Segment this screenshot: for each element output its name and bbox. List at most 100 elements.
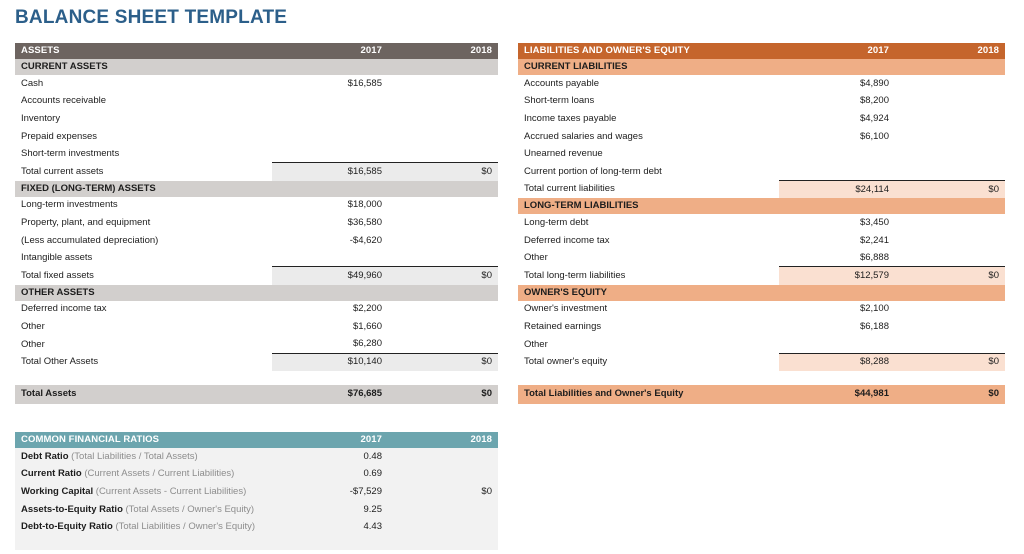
page-title: BALANCE SHEET TEMPLATE (15, 7, 288, 28)
row-value-2017[interactable]: $36,580 (272, 214, 388, 232)
row-value-2017[interactable]: $2,200 (272, 300, 388, 319)
row-label: Other (15, 318, 272, 336)
row-value-2018[interactable] (895, 110, 1005, 128)
row-value-2017[interactable] (272, 249, 388, 267)
ratio-value-2018 (388, 465, 498, 484)
row-value-2018[interactable] (388, 300, 498, 319)
row-value-2017[interactable] (779, 335, 895, 354)
row-label: Long-term debt (518, 214, 779, 232)
section-title: FIXED (LONG-TERM) ASSETS (15, 180, 272, 197)
ratio-name: Working Capital (21, 486, 94, 497)
row-value-2017[interactable]: $6,888 (779, 249, 895, 267)
row-label: Property, plant, and equipment (15, 214, 272, 232)
ratio-value-2017: 0.69 (272, 465, 388, 484)
ratio-description: (Total Assets / Owner's Equity) (125, 503, 255, 515)
table-row: (Less accumulated depreciation) -$4,620 (15, 231, 498, 250)
subtotal-value-2017: $16,585 (272, 162, 388, 181)
assets-header-label: ASSETS (15, 43, 272, 59)
row-value-2018[interactable] (895, 318, 1005, 336)
row-label: Retained earnings (518, 318, 779, 336)
financial-ratios-table: COMMON FINANCIAL RATIOS 2017 2018 Debt R… (15, 432, 498, 550)
subtotal-value-2018: $0 (895, 352, 1005, 371)
ratio-value-2018: $0 (388, 483, 498, 501)
ratio-row: Debt-to-Equity Ratio (Total Liabilities … (15, 518, 498, 536)
row-value-2018[interactable] (895, 231, 1005, 250)
row-label: Short-term investments (15, 145, 272, 163)
row-value-2017[interactable] (272, 145, 388, 163)
section-title: OTHER ASSETS (15, 284, 272, 301)
row-label: Long-term investments (15, 196, 272, 215)
row-label: Current portion of long-term debt (518, 162, 779, 181)
subtotal-label: Total current assets (15, 162, 272, 181)
row-value-2018[interactable] (388, 214, 498, 232)
subtotal-label: Total fixed assets (15, 266, 272, 285)
row-value-2017[interactable]: $18,000 (272, 196, 388, 215)
ratio-row: Debt Ratio (Total Liabilities / Total As… (15, 448, 498, 466)
row-value-2018[interactable] (388, 92, 498, 111)
row-value-2018[interactable] (895, 92, 1005, 111)
row-value-2018[interactable] (388, 127, 498, 146)
spacer-row (518, 370, 1005, 385)
row-value-2018[interactable] (388, 318, 498, 336)
row-value-2017[interactable]: $2,241 (779, 231, 895, 250)
row-value-2018[interactable] (895, 75, 1005, 93)
row-value-2017[interactable]: $4,890 (779, 75, 895, 93)
liabilities-header-row: LIABILITIES AND OWNER'S EQUITY 2017 2018 (518, 43, 1005, 59)
row-value-2017[interactable]: -$4,620 (272, 231, 388, 250)
table-row: Short-term investments (15, 145, 498, 163)
row-value-2018[interactable] (895, 335, 1005, 354)
row-value-2018[interactable] (388, 249, 498, 267)
table-row: Deferred income tax $2,241 (518, 231, 1005, 250)
row-value-2017[interactable] (779, 162, 895, 181)
subtotal-value-2018: $0 (895, 266, 1005, 285)
grand-total-2017: $76,685 (272, 384, 388, 404)
table-row: Unearned revenue (518, 145, 1005, 163)
row-value-2017[interactable] (272, 127, 388, 146)
row-value-2018[interactable] (388, 231, 498, 250)
row-value-2018[interactable] (895, 145, 1005, 163)
ratio-value-2017: 0.48 (272, 448, 388, 466)
row-value-2017[interactable] (272, 92, 388, 111)
row-value-2018[interactable] (388, 196, 498, 215)
row-value-2017[interactable]: $3,450 (779, 214, 895, 232)
row-value-2018[interactable] (895, 127, 1005, 146)
table-row: Other $6,888 (518, 249, 1005, 267)
table-row: Long-term investments $18,000 (15, 196, 498, 215)
table-row: Retained earnings $6,188 (518, 318, 1005, 336)
subtotal-value-2017: $10,140 (272, 352, 388, 371)
row-value-2018[interactable] (388, 75, 498, 93)
row-value-2017[interactable]: $16,585 (272, 75, 388, 93)
row-value-2018[interactable] (895, 300, 1005, 319)
row-value-2018[interactable] (895, 162, 1005, 181)
table-row: Accrued salaries and wages $6,100 (518, 127, 1005, 146)
row-value-2017[interactable]: $6,100 (779, 127, 895, 146)
row-value-2018[interactable] (388, 145, 498, 163)
assets-section-header: FIXED (LONG-TERM) ASSETS (15, 180, 498, 197)
ratio-name: Assets-to-Equity Ratio (21, 503, 123, 515)
liabilities-header-year-2018: 2018 (895, 43, 1005, 59)
table-row: Other $1,660 (15, 318, 498, 336)
table-row: Deferred income tax $2,200 (15, 300, 498, 319)
row-value-2017[interactable]: $1,660 (272, 318, 388, 336)
ratios-header-label: COMMON FINANCIAL RATIOS (15, 432, 272, 448)
row-value-2017[interactable]: $2,100 (779, 300, 895, 319)
ratio-value-2017: 4.43 (272, 518, 388, 536)
row-value-2017[interactable]: $8,200 (779, 92, 895, 111)
subtotal-row: Total owner's equity $8,288 $0 (518, 352, 1005, 371)
row-value-2018[interactable] (895, 214, 1005, 232)
row-value-2018[interactable] (895, 249, 1005, 267)
section-title: CURRENT LIABILITIES (518, 59, 779, 75)
table-row: Current portion of long-term debt (518, 162, 1005, 181)
row-value-2018[interactable] (388, 335, 498, 354)
liabilities-section-header: OWNER'S EQUITY (518, 284, 1005, 301)
row-value-2017[interactable]: $4,924 (779, 110, 895, 128)
table-row: Intangible assets (15, 249, 498, 267)
row-value-2017[interactable]: $6,280 (272, 335, 388, 354)
assets-header-year-2018: 2018 (388, 43, 498, 59)
row-value-2017[interactable]: $6,188 (779, 318, 895, 336)
row-value-2018[interactable] (388, 110, 498, 128)
liabilities-table: LIABILITIES AND OWNER'S EQUITY 2017 2018… (518, 43, 1005, 404)
row-value-2017[interactable] (779, 145, 895, 163)
row-label: Deferred income tax (15, 300, 272, 319)
row-value-2017[interactable] (272, 110, 388, 128)
